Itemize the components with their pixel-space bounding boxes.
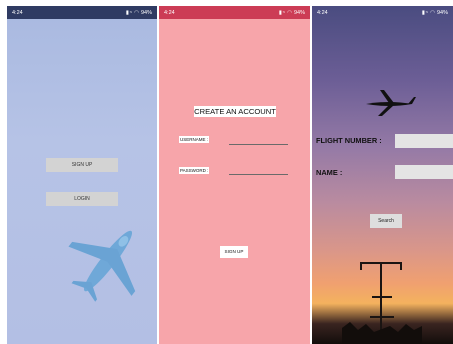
status-time: 4:24 bbox=[12, 9, 23, 16]
password-field[interactable] bbox=[229, 174, 288, 175]
flight-number-input[interactable] bbox=[395, 134, 453, 148]
flight-search-screen: 4:24 ▮◔ ◠ 94% FLIGHT NUMBER : NAME : Sea… bbox=[312, 6, 453, 344]
signal-icon: ▮◔ bbox=[278, 9, 286, 16]
sign-up-button[interactable]: SIGN UP bbox=[220, 246, 248, 258]
battery-text: 94% bbox=[293, 9, 305, 16]
username-label: USERNAME : bbox=[179, 136, 210, 143]
status-bar: 4:24 ▮◔ ◠ 94% bbox=[7, 6, 157, 19]
wifi-icon: ◠ bbox=[287, 9, 292, 16]
battery-text: 94% bbox=[140, 9, 152, 16]
name-input[interactable] bbox=[395, 165, 453, 179]
battery-text: 94% bbox=[436, 9, 448, 16]
approach-lights bbox=[342, 262, 422, 344]
wifi-icon: ◠ bbox=[134, 9, 139, 16]
password-label: PASSWORD : bbox=[179, 167, 210, 174]
name-label: NAME : bbox=[316, 168, 343, 177]
signal-icon: ▮◔ bbox=[421, 9, 429, 16]
home-screen: 4:24 ▮◔ ◠ 94% SIGN UP LOGIN bbox=[7, 6, 157, 344]
status-time: 4:24 bbox=[317, 9, 328, 16]
airplane-silhouette bbox=[366, 90, 416, 116]
login-button[interactable]: LOGIN bbox=[46, 192, 118, 206]
username-field[interactable] bbox=[229, 144, 288, 145]
status-time: 4:24 bbox=[164, 9, 175, 16]
status-bar: 4:24 ▮◔ ◠ 94% bbox=[159, 6, 310, 19]
page-title: CREATE AN ACCOUNT bbox=[194, 106, 276, 117]
airplane-illustration bbox=[68, 230, 136, 302]
signal-icon: ▮◔ bbox=[125, 9, 133, 16]
flight-number-label: FLIGHT NUMBER : bbox=[316, 136, 382, 145]
status-bar: 4:24 ▮◔ ◠ 94% bbox=[312, 6, 453, 19]
wifi-icon: ◠ bbox=[430, 9, 435, 16]
sign-up-button[interactable]: SIGN UP bbox=[46, 158, 118, 172]
create-account-screen: 4:24 ▮◔ ◠ 94% CREATE AN ACCOUNT USERNAME… bbox=[159, 6, 310, 344]
search-button[interactable]: Search bbox=[370, 214, 402, 228]
